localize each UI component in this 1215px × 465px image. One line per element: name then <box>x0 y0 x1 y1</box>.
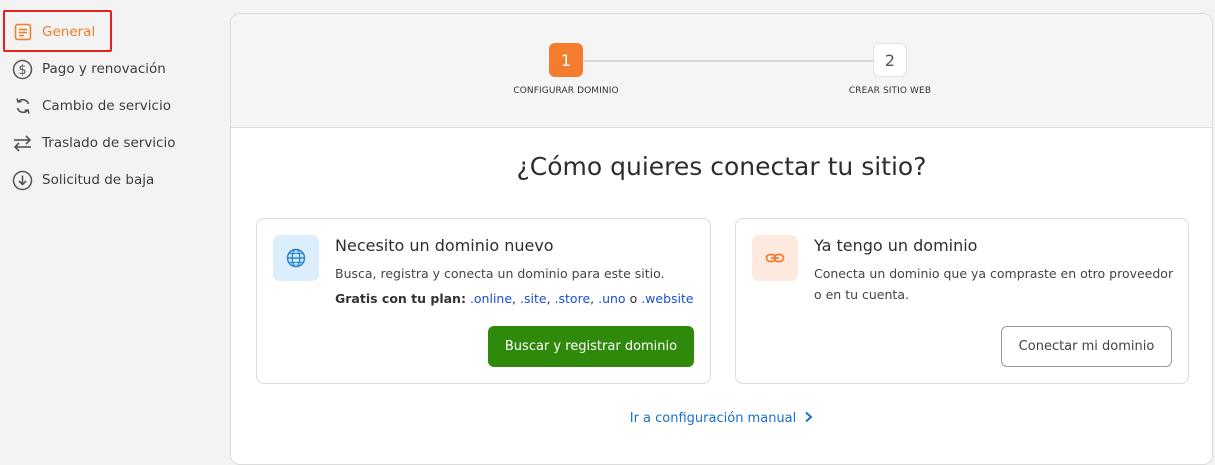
sidebar-item-label: Traslado de servicio <box>42 135 176 151</box>
option-description: Busca, registra y conecta un dominio par… <box>335 266 665 281</box>
sidebar-item-label: Pago y renovación <box>42 61 166 77</box>
tld-link[interactable]: .online <box>470 291 512 306</box>
free-tlds-line: Gratis con tu plan: .online, .site, .sto… <box>335 291 694 306</box>
dollar-icon: $ <box>12 59 33 80</box>
chevron-right-icon <box>804 411 813 426</box>
search-register-domain-button[interactable]: Buscar y registrar dominio <box>488 326 694 367</box>
refresh-icon <box>12 96 33 117</box>
tld-link[interactable]: .site <box>520 291 547 306</box>
sidebar-item-cambio[interactable]: Cambio de servicio <box>12 94 171 118</box>
option-new-domain: Necesito un dominio nuevo Busca, registr… <box>256 218 711 384</box>
separator: , <box>512 291 517 306</box>
manual-config-label: Ir a configuración manual <box>629 411 797 426</box>
separator: o <box>629 291 638 306</box>
sidebar-item-label: Cambio de servicio <box>42 98 171 114</box>
step-2-number: 2 <box>873 43 907 77</box>
step-1-label: CONFIGURAR DOMINIO <box>513 86 619 96</box>
tld-link[interactable]: .uno <box>598 291 625 306</box>
stepper: 1 2 CONFIGURAR DOMINIO CREAR SITIO WEB <box>231 14 1212 128</box>
step-2-label: CREAR SITIO WEB <box>848 86 932 96</box>
download-circle-icon <box>12 170 33 191</box>
svg-text:$: $ <box>18 63 26 78</box>
free-label: Gratis con tu plan: <box>335 291 466 306</box>
sidebar-item-general[interactable]: General <box>2 10 113 52</box>
document-icon <box>12 22 33 43</box>
separator: , <box>546 291 551 306</box>
sidebar-item-traslado[interactable]: Traslado de servicio <box>12 131 176 155</box>
sidebar-item-label: General <box>42 24 96 40</box>
page-title: ¿Cómo quieres conectar tu sitio? <box>516 152 927 181</box>
option-description: Conecta un dominio que ya compraste en o… <box>814 266 1174 302</box>
link-icon <box>752 235 798 281</box>
globe-icon <box>273 235 319 281</box>
option-title: Necesito un dominio nuevo <box>335 236 554 255</box>
option-title: Ya tengo un dominio <box>814 236 978 255</box>
main-card: 1 2 CONFIGURAR DOMINIO CREAR SITIO WEB ¿… <box>230 13 1213 465</box>
connect-domain-button[interactable]: Conectar mi dominio <box>1001 326 1172 367</box>
tld-link[interactable]: .store <box>555 291 591 306</box>
tld-link[interactable]: .website <box>641 291 693 306</box>
option-existing-domain: Ya tengo un dominio Conecta un dominio q… <box>735 218 1189 384</box>
step-connector <box>583 60 873 62</box>
transfer-icon <box>12 133 33 154</box>
step-1-number: 1 <box>549 43 583 77</box>
sidebar-item-pago[interactable]: $ Pago y renovación <box>12 57 166 81</box>
manual-config-link[interactable]: Ir a configuración manual <box>231 411 1212 426</box>
sidebar-item-label: Solicitud de baja <box>42 172 155 188</box>
separator: , <box>590 291 595 306</box>
sidebar-item-baja[interactable]: Solicitud de baja <box>12 168 154 192</box>
